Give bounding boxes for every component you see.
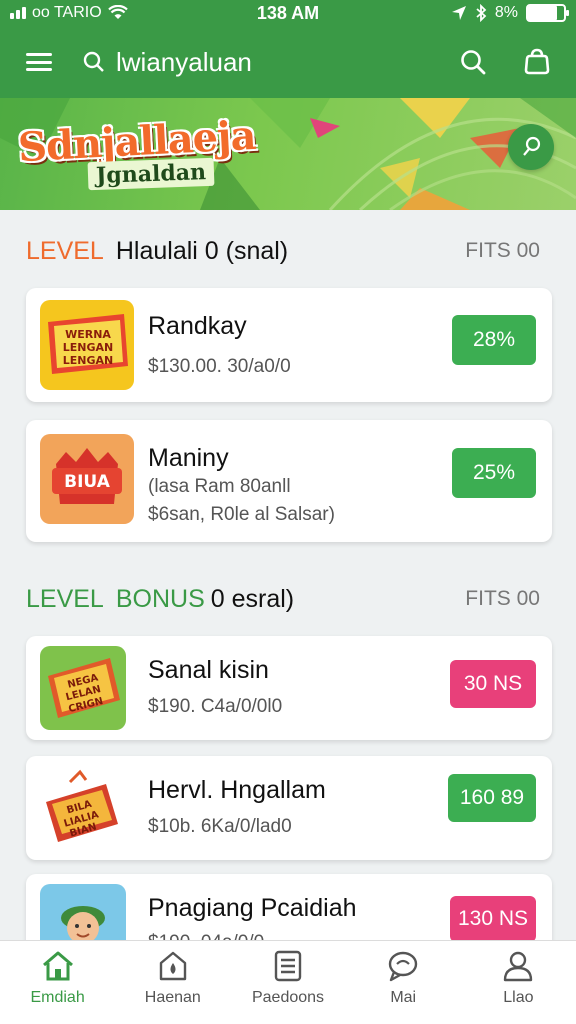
svg-text:LENGAN: LENGAN <box>63 354 113 367</box>
offer-badge[interactable]: 30 NS <box>450 660 536 708</box>
nav-label: Paedoons <box>251 989 325 1006</box>
section-header-level: LEVEL Hlaulali 0 (snal) FITS 00 <box>26 234 540 268</box>
chat-icon <box>389 951 418 982</box>
profile-icon <box>504 951 533 982</box>
section-title: Hlaulali 0 (snal) <box>115 236 289 265</box>
status-bar: oo TARIO 138 AM 8% <box>0 0 576 26</box>
section-accent: LEVEL <box>26 236 104 265</box>
offer-thumbnail: WERNA LENGAN LENGAN <box>40 300 134 390</box>
offer-detail: $130.00. 30/a0/0 <box>148 356 291 377</box>
menu-icon[interactable] <box>22 47 56 77</box>
share-button[interactable] <box>508 124 554 170</box>
location-arrow-icon <box>451 6 466 20</box>
offer-detail: $10b. 6Ka/0/lad0 <box>148 816 292 837</box>
section-meta[interactable]: FITS 00 <box>465 587 540 611</box>
nav-label: Llao <box>503 989 534 1006</box>
section-accent: LEVEL <box>26 584 104 613</box>
home-icon <box>42 951 73 981</box>
section-title: 0 esral) <box>210 584 295 613</box>
offer-thumbnail: NEGA LELAN CRIGN <box>40 646 126 730</box>
offer-badge[interactable]: 130 NS <box>450 896 536 942</box>
nav-item-home[interactable]: Emdiah <box>0 941 115 1024</box>
svg-text:BIUA: BIUA <box>64 472 111 492</box>
search-small-icon <box>83 51 104 72</box>
offer-card[interactable]: WERNA LENGAN LENGAN Randkay $130.00. 30/… <box>26 288 552 402</box>
offer-badge[interactable]: 160 89 <box>448 774 536 822</box>
search-field[interactable]: lwianyaluan <box>82 47 252 78</box>
section-bonus-label: BONUS <box>115 584 205 613</box>
offer-detail: $190. C4a/0/0l0 <box>148 696 283 717</box>
offer-detail-secondary: $6san, R0le al Salsar) <box>148 504 335 525</box>
nav-item-mai[interactable]: Mai <box>346 941 461 1024</box>
bag-icon[interactable] <box>520 45 554 79</box>
app-bar-actions <box>456 45 554 79</box>
bluetooth-icon <box>476 4 487 22</box>
battery-icon <box>526 4 569 22</box>
offer-card[interactable]: BILA LIALIA BIAN Hervl. Hngallam $10b. 6… <box>26 756 552 860</box>
offer-title: Randkay <box>148 312 247 340</box>
search-text: lwianyaluan <box>116 46 252 77</box>
app-bar: lwianyaluan <box>0 26 576 98</box>
nav-item-paedoons[interactable]: Paedoons <box>230 941 345 1024</box>
nav-item-profile[interactable]: Llao <box>461 941 576 1024</box>
section-meta[interactable]: FITS 00 <box>465 239 540 263</box>
banner-subtitle: Jgnaldan <box>87 157 215 191</box>
offer-title: Hervl. Hngallam <box>148 776 326 804</box>
offer-card[interactable]: NEGA LELAN CRIGN Sanal kisin $190. C4a/0… <box>26 636 552 740</box>
search-icon[interactable] <box>456 45 490 79</box>
nav-label: Emdiah <box>30 989 85 1006</box>
nav-label: Haenan <box>144 989 201 1006</box>
offer-title: Sanal kisin <box>148 656 269 684</box>
offer-badge[interactable]: 28% <box>452 315 536 365</box>
status-right: 8% <box>451 0 569 26</box>
offer-detail: (lasa Ram 80anll <box>148 476 291 497</box>
section-header-bonus: LEVEL BONUS 0 esral) FITS 00 <box>26 582 540 616</box>
drop-house-icon <box>159 951 186 981</box>
svg-text:LENGAN: LENGAN <box>63 341 113 354</box>
offer-title: Maniny <box>148 444 229 472</box>
offer-badge[interactable]: 25% <box>452 448 536 498</box>
battery-percent: 8% <box>494 4 518 21</box>
nav-item-haenan[interactable]: Haenan <box>115 941 230 1024</box>
svg-text:WERNA: WERNA <box>65 328 111 341</box>
offer-title: Pnagiang Pcaidiah <box>148 894 357 922</box>
promo-banner[interactable]: Sdnjallaeja Jgnaldan <box>0 98 576 210</box>
balloon-icon <box>523 136 541 156</box>
offer-thumbnail: BILA LIALIA BIAN <box>40 766 126 850</box>
offer-card[interactable]: BIUA Maniny (lasa Ram 80anll $6san, R0le… <box>26 420 552 542</box>
offer-thumbnail: BIUA <box>40 434 134 524</box>
document-icon <box>274 950 302 982</box>
bottom-navigation: Emdiah Haenan Paedoons Mai Llao <box>0 940 576 1024</box>
nav-label: Mai <box>390 989 417 1006</box>
